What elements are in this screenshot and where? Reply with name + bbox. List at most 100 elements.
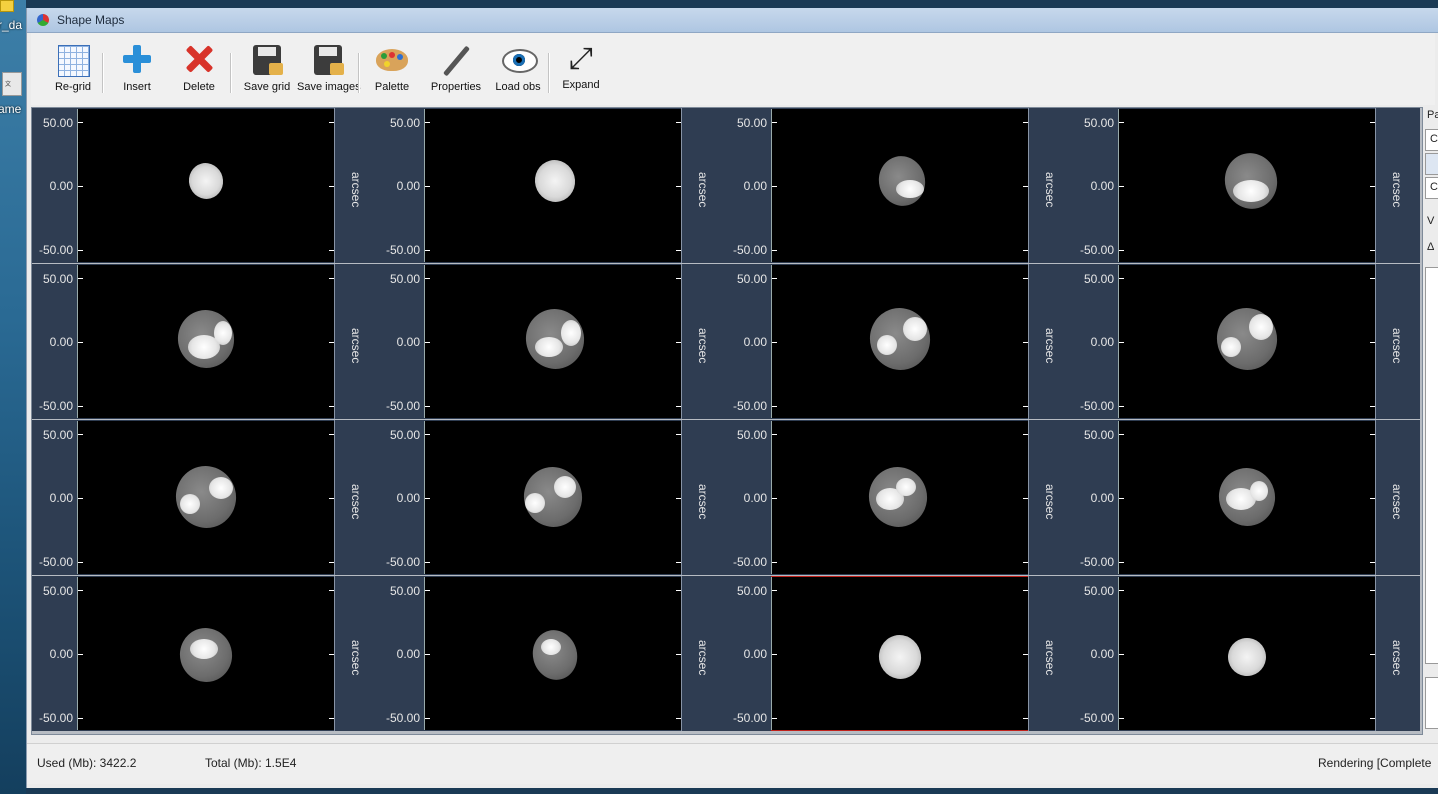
shape-map-image[interactable] bbox=[77, 577, 334, 730]
shape-map-image[interactable] bbox=[424, 109, 681, 262]
shape-map-cell[interactable]: 50.00 0.00 -50.00 arcsec bbox=[379, 576, 726, 731]
y-tick-label: 0.00 bbox=[396, 179, 420, 193]
y-tick-label: 0.00 bbox=[743, 335, 767, 349]
shape-map-cell[interactable]: 50.00 0.00 -50.00 arcsec bbox=[726, 264, 1073, 419]
properties-button[interactable]: Properties bbox=[428, 41, 484, 93]
desktop-file-label-bottom[interactable]: ame bbox=[0, 102, 21, 116]
shape-map-image[interactable] bbox=[77, 421, 334, 574]
save-grid-button[interactable]: Save grid bbox=[239, 41, 295, 93]
expand-arrows-icon: ⤢ bbox=[569, 42, 593, 75]
shape-map-image[interactable] bbox=[1118, 265, 1375, 418]
y-tick-label: 0.00 bbox=[743, 491, 767, 505]
y-tick-label: 0.00 bbox=[49, 647, 73, 661]
insert-label: Insert bbox=[123, 81, 151, 93]
shape-maps-window: Shape Maps Re-grid Insert Delete Save gr… bbox=[26, 8, 1438, 788]
load-obs-button[interactable]: Load obs bbox=[493, 41, 543, 93]
shape-map-cell[interactable]: 50.00 0.00 -50.00 arcsec bbox=[379, 108, 726, 263]
colorbar-unit-label: arcsec bbox=[1390, 172, 1404, 208]
shape-map-image[interactable] bbox=[1118, 109, 1375, 262]
y-axis: 50.00 0.00 -50.00 bbox=[32, 576, 77, 731]
asteroid-shape bbox=[1209, 301, 1285, 377]
asteroid-shape bbox=[530, 155, 580, 207]
shape-map-image[interactable] bbox=[424, 265, 681, 418]
floppy-disk-icon bbox=[253, 45, 283, 75]
delete-button[interactable]: Delete bbox=[175, 41, 223, 93]
shape-map-cell[interactable]: 50.00 0.00 -50.00 arcsec bbox=[726, 108, 1073, 263]
shape-map-image[interactable] bbox=[771, 577, 1028, 730]
memory-used: Used (Mb): 3422.2 bbox=[37, 756, 137, 770]
y-tick-label: 0.00 bbox=[743, 647, 767, 661]
colorbar-axis: arcsec bbox=[1375, 576, 1420, 731]
shape-map-image[interactable] bbox=[1118, 421, 1375, 574]
palette-button[interactable]: Palette bbox=[368, 41, 416, 93]
insert-button[interactable]: Insert bbox=[113, 41, 161, 93]
grid-icon bbox=[58, 45, 90, 77]
y-tick-label: 50.00 bbox=[736, 272, 767, 286]
bright-lobe bbox=[877, 335, 897, 355]
colorbar-axis: arcsec bbox=[1028, 576, 1073, 731]
load-obs-label: Load obs bbox=[495, 81, 541, 93]
y-tick-label: 0.00 bbox=[1090, 491, 1114, 505]
colorbar-unit-label: arcsec bbox=[1390, 328, 1404, 364]
colorbar-axis: arcsec bbox=[1028, 108, 1073, 263]
bright-lobe bbox=[525, 493, 545, 513]
panel-bottom-box[interactable] bbox=[1425, 677, 1438, 729]
desktop-document-icon[interactable]: 文 bbox=[2, 72, 22, 96]
y-tick-label: -50.00 bbox=[732, 555, 767, 569]
colorbar-axis: arcsec bbox=[1375, 420, 1420, 575]
shape-map-image[interactable] bbox=[424, 421, 681, 574]
regrid-button[interactable]: Re-grid bbox=[49, 41, 97, 93]
shape-map-cell[interactable]: 50.00 0.00 -50.00 arcsec bbox=[32, 576, 379, 731]
shape-map-cell[interactable]: 50.00 0.00 -50.00 arcsec bbox=[32, 108, 379, 263]
delete-label: Delete bbox=[183, 81, 215, 93]
shape-map-cell[interactable]: 50.00 0.00 -50.00 arcsec bbox=[1073, 420, 1420, 575]
asteroid-shape bbox=[862, 301, 938, 377]
y-axis: 50.00 0.00 -50.00 bbox=[379, 108, 424, 263]
asteroid-shape bbox=[184, 159, 228, 203]
panel-control-3[interactable]: C bbox=[1425, 177, 1438, 199]
shape-map-cell[interactable]: 50.00 0.00 -50.00 arcsec bbox=[32, 420, 379, 575]
shape-map-image[interactable] bbox=[771, 265, 1028, 418]
save-images-label: Save images bbox=[297, 81, 361, 93]
shape-map-cell[interactable]: 50.00 0.00 -50.00 arcsec bbox=[726, 420, 1073, 575]
panel-control-2[interactable] bbox=[1425, 153, 1438, 175]
y-axis: 50.00 0.00 -50.00 bbox=[32, 420, 77, 575]
y-tick-label: 0.00 bbox=[1090, 179, 1114, 193]
colorbar-axis: arcsec bbox=[681, 264, 726, 419]
colorbar-axis: arcsec bbox=[334, 264, 379, 419]
shape-map-cell[interactable]: 50.00 0.00 -50.00 arcsec bbox=[1073, 264, 1420, 419]
shape-map-cell[interactable]: 50.00 0.00 -50.00 arcsec bbox=[379, 264, 726, 419]
shape-map-image[interactable] bbox=[771, 421, 1028, 574]
shape-map-cell[interactable]: 50.00 0.00 -50.00 arcsec bbox=[379, 420, 726, 575]
palette-label: Palette bbox=[374, 81, 410, 93]
shape-map-image[interactable] bbox=[77, 109, 334, 262]
y-tick-label: -50.00 bbox=[385, 555, 420, 569]
shape-map-image[interactable] bbox=[771, 109, 1028, 262]
shape-map-cell[interactable]: 50.00 0.00 -50.00 arcsec bbox=[1073, 576, 1420, 731]
shape-map-image[interactable] bbox=[77, 265, 334, 418]
shape-map-cell[interactable]: 50.00 0.00 -50.00 arcsec bbox=[726, 576, 1073, 731]
y-tick-label: 0.00 bbox=[49, 491, 73, 505]
colorbar-unit-label: arcsec bbox=[696, 640, 710, 676]
panel-control-1[interactable]: C bbox=[1425, 129, 1438, 151]
title-bar[interactable]: Shape Maps bbox=[27, 8, 1438, 33]
bright-lobe bbox=[1250, 481, 1268, 501]
desktop-background: r_da 文 ame bbox=[0, 0, 26, 794]
save-images-button[interactable]: Save images bbox=[297, 41, 361, 93]
shape-map-cell[interactable]: 50.00 0.00 -50.00 arcsec bbox=[32, 264, 379, 419]
shape-map-cell[interactable]: 50.00 0.00 -50.00 arcsec bbox=[1073, 108, 1420, 263]
panel-list[interactable] bbox=[1425, 267, 1438, 664]
shape-map-grid: 50.00 0.00 -50.00 arcsec 50.00 0.00 -50.00 arcs… bbox=[31, 107, 1423, 735]
colorbar-axis: arcsec bbox=[1375, 264, 1420, 419]
y-axis: 50.00 0.00 -50.00 bbox=[1073, 420, 1118, 575]
colorbar-unit-label: arcsec bbox=[696, 484, 710, 520]
plus-icon bbox=[123, 45, 151, 73]
shape-map-image[interactable] bbox=[1118, 577, 1375, 730]
expand-button[interactable]: ⤢ Expand bbox=[559, 41, 603, 92]
y-axis: 50.00 0.00 -50.00 bbox=[379, 576, 424, 731]
desktop-file-label-top[interactable]: r_da bbox=[0, 18, 22, 32]
memory-total: Total (Mb): 1.5E4 bbox=[205, 756, 297, 770]
y-tick-label: 50.00 bbox=[1083, 116, 1114, 130]
desktop-file-icon[interactable] bbox=[0, 0, 14, 12]
shape-map-image[interactable] bbox=[424, 577, 681, 730]
